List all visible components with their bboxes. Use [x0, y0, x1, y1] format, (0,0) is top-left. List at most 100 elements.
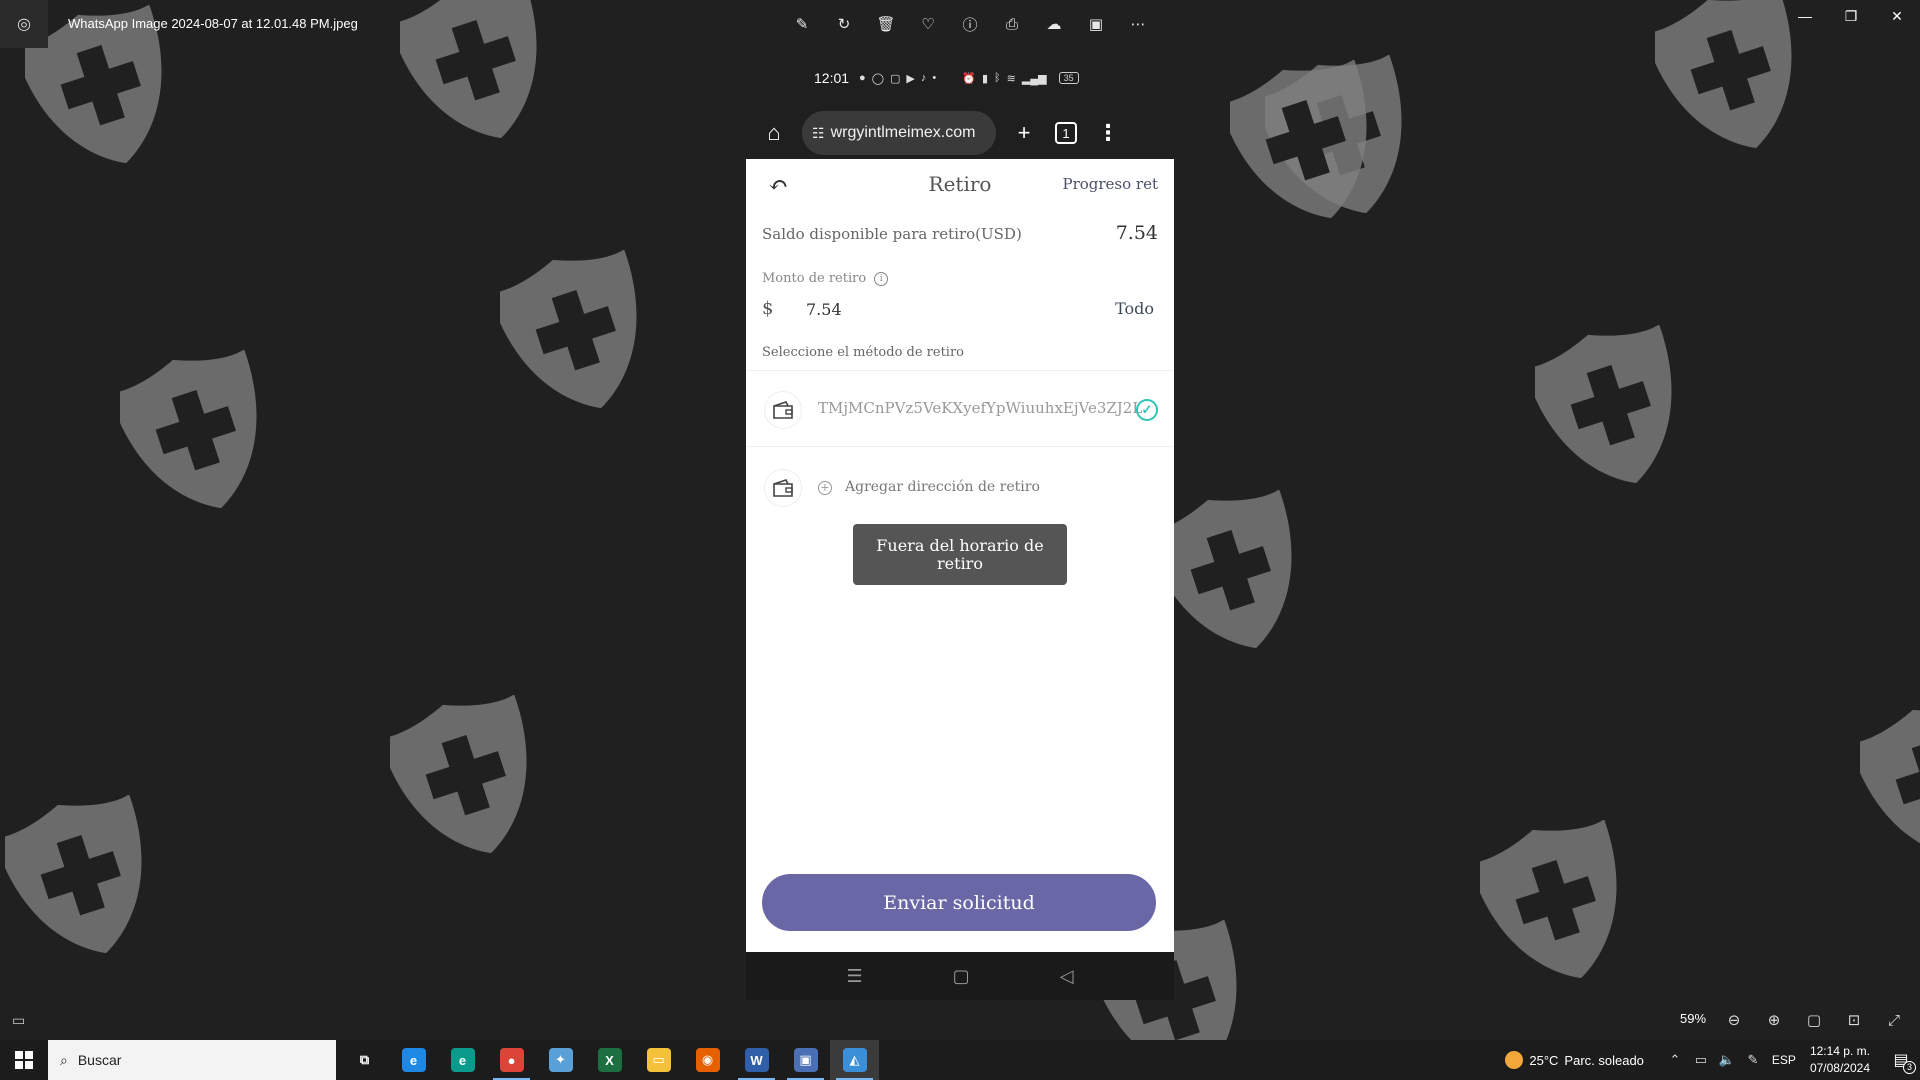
amount-label-text: Monto de retiro: [762, 271, 867, 286]
wallet-address: TMjMCnPVz5VeKXyefYpWiuuhxEjVe3ZJ2L: [818, 399, 1143, 417]
notification-center-icon[interactable]: ▤ 3: [1882, 1040, 1920, 1080]
clock-date: 07/08/2024: [1809, 1061, 1870, 1075]
taskbar-app-paint[interactable]: ✦: [536, 1040, 585, 1080]
whatsapp-icon: ◯: [871, 72, 885, 85]
method-label: Seleccione el método de retiro: [746, 329, 1174, 371]
zoom-level: 59%: [1680, 1011, 1707, 1026]
search-icon: ⌕: [60, 1051, 68, 1068]
clipchamp-icon[interactable]: ▣: [1082, 10, 1110, 38]
withdraw-page: ↶ Retiro Progreso ret Saldo disponible p…: [746, 159, 1174, 952]
info-icon[interactable]: i: [874, 271, 889, 286]
task-view-icon: ⧉: [352, 1048, 377, 1072]
shield-watermark-icon: [1849, 699, 1920, 868]
system-tray: 25°C Parc. soleado ⌃ ▭ 🔈 ✎ ESP 12:14 p. …: [1505, 1040, 1920, 1080]
add-address-link[interactable]: Agregar dirección de retiro: [845, 479, 1040, 495]
withdraw-all-button[interactable]: Todo: [1115, 299, 1154, 318]
home-icon[interactable]: ⌂: [760, 119, 788, 147]
rotate-icon[interactable]: ↻: [830, 10, 858, 38]
wallet-icon: [764, 391, 802, 429]
wallet-method-row[interactable]: TMjMCnPVz5VeKXyefYpWiuuhxEjVe3ZJ2L ✓: [746, 371, 1174, 447]
recents-icon[interactable]: ☰: [847, 966, 863, 987]
internet-explorer-icon: e: [401, 1048, 426, 1072]
shield-watermark-icon: [109, 349, 275, 518]
start-button[interactable]: [0, 1040, 48, 1080]
maximize-button[interactable]: ❐: [1828, 0, 1874, 32]
onedrive-icon[interactable]: ☁: [1040, 10, 1068, 38]
browser-menu-icon[interactable]: ⋮: [1094, 119, 1122, 147]
close-button[interactable]: ✕: [1874, 0, 1920, 32]
actual-size-icon[interactable]: ⊡: [1842, 1008, 1866, 1032]
excel-icon: X: [597, 1048, 622, 1072]
shield-watermark-icon: [489, 249, 655, 418]
amount-block: Monto de retiro i $ Todo: [746, 267, 1174, 329]
fit-window-icon[interactable]: ▢: [1802, 1008, 1826, 1032]
photos-title-bar: ◎ WhatsApp Image 2024-08-07 at 12.01.48 …: [0, 0, 1920, 48]
submit-request-button[interactable]: Enviar solicitud: [762, 874, 1156, 931]
filmstrip-icon[interactable]: ▭: [12, 1012, 25, 1029]
alarm-icon: ⏰: [962, 72, 976, 85]
withdraw-progress-link[interactable]: Progreso ret: [1062, 175, 1158, 193]
info-icon[interactable]: ⓘ: [956, 10, 984, 38]
signal-icon: ▂▄▆: [1021, 72, 1047, 85]
android-nav-bar: ☰ ▢ ◁: [746, 952, 1174, 1000]
edit-image-icon[interactable]: ✎: [788, 10, 816, 38]
taskbar-app-excel[interactable]: X: [585, 1040, 634, 1080]
network-icon[interactable]: ▭: [1688, 1052, 1714, 1068]
taskbar-app-remote-desktop[interactable]: ▣: [781, 1040, 830, 1080]
chrome-icon: ●: [499, 1048, 524, 1072]
delete-icon[interactable]: 🗑: [872, 10, 900, 38]
taskbar-app-firefox[interactable]: ◉: [683, 1040, 732, 1080]
weather-widget[interactable]: 25°C Parc. soleado: [1505, 1051, 1644, 1069]
zoom-in-icon[interactable]: ⊕: [1762, 1008, 1786, 1032]
tab-switcher-button[interactable]: 1: [1052, 119, 1080, 147]
chevron-up-icon[interactable]: ⌃: [1662, 1052, 1688, 1068]
currency-symbol: $: [762, 298, 774, 319]
taskbar-search[interactable]: ⌕ Buscar: [48, 1040, 336, 1080]
language-indicator[interactable]: ESP: [1772, 1053, 1796, 1067]
check-circle-icon: ✓: [1136, 399, 1158, 421]
notification-count: 3: [1903, 1061, 1916, 1074]
add-address-row[interactable]: + Agregar dirección de retiro: [746, 447, 1174, 531]
taskbar-app-photos[interactable]: ◭: [830, 1040, 879, 1080]
new-tab-icon[interactable]: +: [1010, 119, 1038, 147]
dot-icon: •: [932, 72, 937, 84]
phone-status-bar: 12:01 ● ◯ ▢ ▶ ♪ • ⏰ ▮ ᛒ ≋ ▂▄▆ 35: [746, 49, 1174, 107]
taskbar-app-edge[interactable]: e: [438, 1040, 487, 1080]
status-icons: ● ◯ ▢ ▶ ♪ • ⏰ ▮ ᛒ ≋ ▂▄▆ 35: [859, 72, 1079, 85]
minimize-button[interactable]: —: [1782, 0, 1828, 32]
chat-icon: ●: [859, 72, 866, 84]
taskbar-apps: ⧉ e e ● ✦ X ▭ ◉ W ▣ ◭: [340, 1040, 879, 1080]
whatsapp-app-icon: W: [744, 1048, 769, 1072]
phone-screenshot: 12:01 ● ◯ ▢ ▶ ♪ • ⏰ ▮ ᛒ ≋ ▂▄▆ 35 ⌂ ☷ wrg…: [746, 49, 1174, 1000]
taskbar-app-file-explorer[interactable]: ▭: [634, 1040, 683, 1080]
clock[interactable]: 12:14 p. m. 07/08/2024: [1810, 1043, 1870, 1077]
status-time: 12:01: [814, 70, 850, 86]
volume-icon[interactable]: 🔈: [1714, 1052, 1740, 1068]
instagram-icon: ▢: [890, 72, 901, 85]
site-settings-icon[interactable]: ☷: [812, 125, 825, 142]
balance-value: 7.54: [1115, 222, 1158, 244]
windows-taskbar: ⌕ Buscar ⧉ e e ● ✦ X ▭ ◉ W ▣ ◭ 25°C Parc. soleado …: [0, 1040, 1920, 1080]
clock-time: 12:14 p. m.: [1809, 1044, 1870, 1058]
back-nav-icon[interactable]: ◁: [1060, 966, 1074, 987]
pen-icon[interactable]: ✎: [1740, 1052, 1766, 1068]
tiktok-icon: ♪: [920, 72, 927, 84]
url-text: wrgyintlmeimex.com: [830, 124, 976, 141]
favorite-icon[interactable]: ♡: [914, 10, 942, 38]
battery-icon: 35: [1058, 72, 1079, 84]
taskbar-app-task-view[interactable]: ⧉: [340, 1040, 389, 1080]
shield-watermark-icon: [379, 694, 545, 863]
fullscreen-icon[interactable]: ⤢: [1882, 1008, 1906, 1032]
url-bar[interactable]: ☷ wrgyintlmeimex.com: [802, 111, 996, 155]
home-nav-icon[interactable]: ▢: [953, 966, 970, 987]
taskbar-app-chrome[interactable]: ●: [487, 1040, 536, 1080]
amount-input[interactable]: [806, 295, 1086, 323]
taskbar-app-whatsapp-app[interactable]: W: [732, 1040, 781, 1080]
taskbar-app-internet-explorer[interactable]: e: [389, 1040, 438, 1080]
more-icon[interactable]: ⋯: [1124, 10, 1152, 38]
shield-watermark-icon: [1219, 59, 1385, 228]
zoom-out-icon[interactable]: ⊖: [1722, 1008, 1746, 1032]
youtube-icon: ▶: [906, 72, 915, 85]
toast-message: Fuera del horario de retiro: [853, 524, 1067, 585]
print-icon[interactable]: ⎙: [998, 10, 1026, 38]
